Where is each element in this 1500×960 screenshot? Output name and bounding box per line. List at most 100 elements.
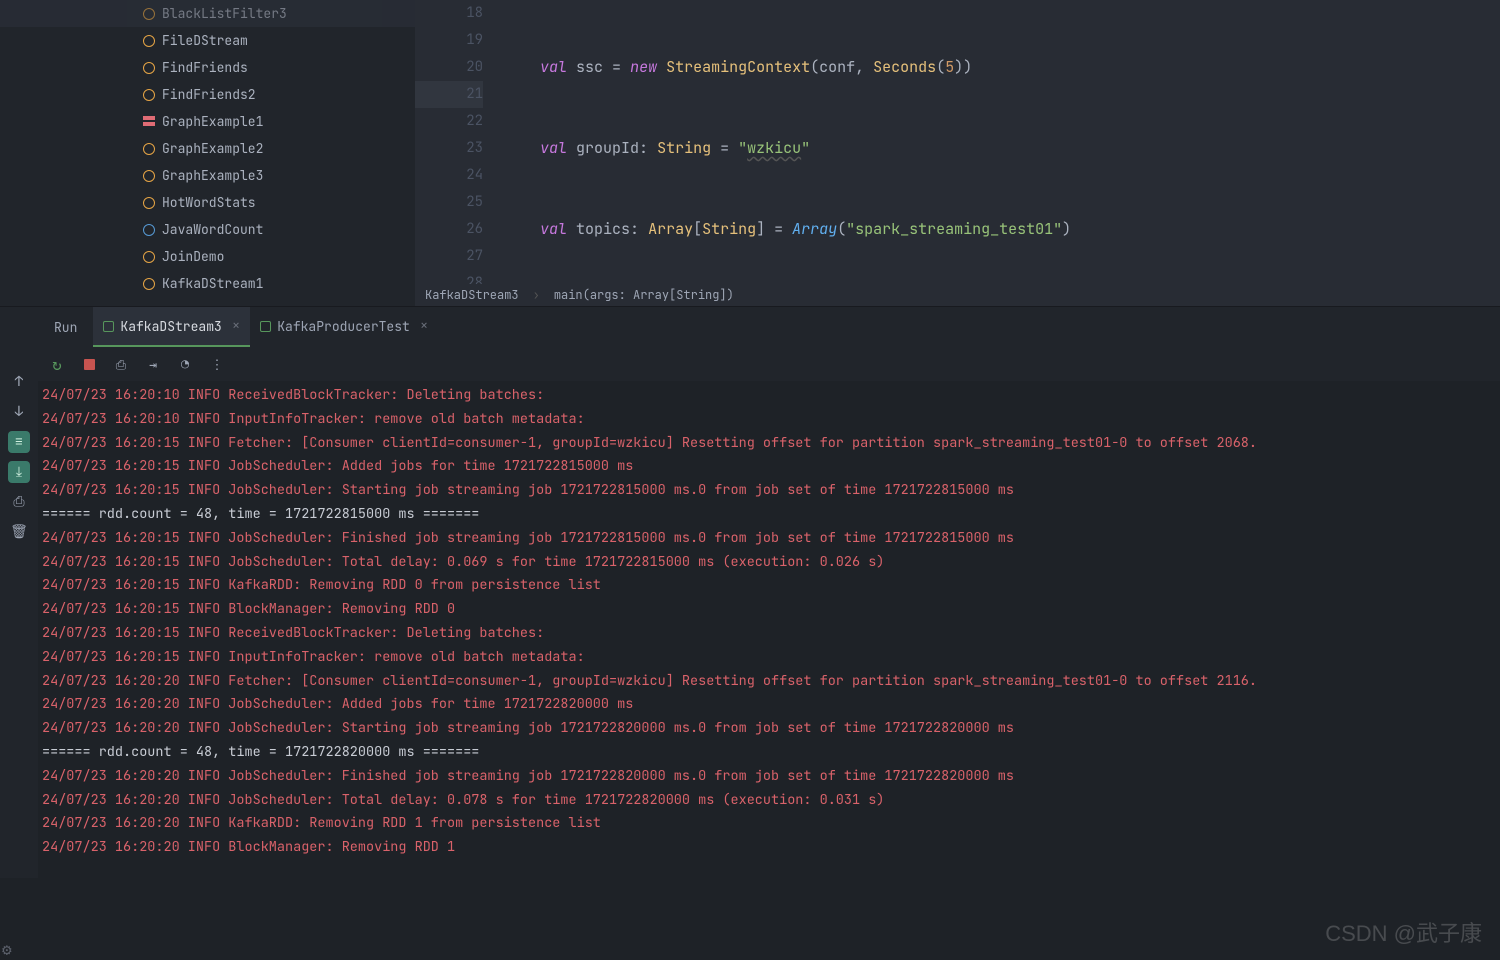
java-class-icon: [142, 223, 156, 237]
run-config-icon: [103, 321, 114, 332]
scala-object-icon: [142, 169, 156, 183]
console-line: 24/07/23 16:20:15 INFO JobScheduler: Fin…: [42, 527, 1496, 551]
gear-icon[interactable]: ⚙: [2, 939, 12, 960]
console-line: 24/07/23 16:20:15 INFO JobScheduler: Sta…: [42, 479, 1496, 503]
soft-wrap-icon[interactable]: ≡: [8, 431, 30, 453]
line-number[interactable]: 24: [415, 162, 483, 189]
tree-label: HotWordStats: [162, 194, 256, 211]
line-number[interactable]: 18: [415, 0, 483, 27]
tree-label: JavaWordCount: [162, 221, 263, 238]
breadcrumb-item[interactable]: KafkaDStream3: [425, 287, 519, 303]
tree-label: KafkaDStream1: [162, 275, 263, 292]
more-icon[interactable]: ⋮: [208, 355, 226, 373]
run-tab[interactable]: KafkaDStream3 ×: [93, 307, 250, 347]
tree-item[interactable]: FindFriends2: [0, 81, 415, 108]
watermark: CSDN @武子康: [1325, 916, 1482, 948]
line-number[interactable]: 21: [415, 81, 483, 108]
breadcrumb[interactable]: KafkaDStream3 › main(args: Array[String]…: [415, 284, 1500, 306]
scala-object-icon: [142, 250, 156, 264]
scroll-to-end-icon[interactable]: ⤓: [8, 461, 30, 483]
line-number[interactable]: 20: [415, 54, 483, 81]
console-line: 24/07/23 16:20:15 INFO KafkaRDD: Removin…: [42, 574, 1496, 598]
print-icon[interactable]: ⎙: [8, 491, 30, 513]
tree-item[interactable]: KafkaDStream1: [0, 270, 415, 297]
code-body[interactable]: val ssc = new StreamingContext(conf, Sec…: [505, 0, 1500, 284]
tree-item[interactable]: HotWordStats: [0, 189, 415, 216]
exit-icon[interactable]: ⇥: [144, 355, 162, 373]
scala-object-icon: [142, 142, 156, 156]
tree-item[interactable]: BlackListFilter3: [0, 0, 415, 27]
line-number[interactable]: 28: [415, 270, 483, 284]
console-line: 24/07/23 16:20:20 INFO JobScheduler: Sta…: [42, 717, 1496, 741]
console-line: 24/07/23 16:20:20 INFO JobScheduler: Tot…: [42, 789, 1496, 813]
breadcrumb-item[interactable]: main(args: Array[String]): [554, 287, 734, 303]
tab-label: KafkaProducerTest: [277, 318, 410, 335]
console-line: ====== rdd.count = 48, time = 1721722820…: [42, 741, 1496, 765]
console-line: 24/07/23 16:20:15 INFO ReceivedBlockTrac…: [42, 622, 1496, 646]
tree-label: GraphExample3: [162, 167, 263, 184]
scala-object-icon: [142, 7, 156, 21]
code-editor[interactable]: 18 19 20 21 22 23 24 25 26 27 28 val ssc…: [415, 0, 1500, 306]
run-config-icon: [260, 321, 271, 332]
down-arrow-icon[interactable]: ↓: [8, 401, 30, 423]
run-tool-window: ↑ ↓ ≡ ⤓ ⎙ 🗑 Run KafkaDStream3 × KafkaPro…: [0, 306, 1500, 878]
console-output[interactable]: 24/07/23 16:20:10 INFO ReceivedBlockTrac…: [38, 381, 1500, 878]
console-line: 24/07/23 16:20:10 INFO InputInfoTracker:…: [42, 408, 1496, 432]
console-line: 24/07/23 16:20:20 INFO JobScheduler: Add…: [42, 693, 1496, 717]
profiler-icon[interactable]: ◔: [176, 355, 194, 373]
console-line: 24/07/23 16:20:15 INFO InputInfoTracker:…: [42, 646, 1496, 670]
console-line: 24/07/23 16:20:20 INFO KafkaRDD: Removin…: [42, 812, 1496, 836]
console-line: 24/07/23 16:20:15 INFO Fetcher: [Consume…: [42, 432, 1496, 456]
project-tree[interactable]: BlackListFilter3 FileDStream FindFriends…: [0, 0, 415, 306]
console-line: 24/07/23 16:20:15 INFO JobScheduler: Add…: [42, 455, 1496, 479]
console-line: ====== rdd.count = 48, time = 1721722815…: [42, 503, 1496, 527]
line-number[interactable]: 19: [415, 27, 483, 54]
run-label[interactable]: Run: [38, 309, 93, 346]
chevron-right-icon: ›: [533, 287, 540, 303]
line-number[interactable]: 26: [415, 216, 483, 243]
scala-package-icon: [142, 115, 156, 129]
tree-item[interactable]: FileDStream: [0, 27, 415, 54]
line-number[interactable]: 25: [415, 189, 483, 216]
console-line: 24/07/23 16:20:15 INFO JobScheduler: Tot…: [42, 551, 1496, 575]
console-line: 24/07/23 16:20:20 INFO BlockManager: Rem…: [42, 836, 1496, 860]
line-gutter[interactable]: 18 19 20 21 22 23 24 25 26 27 28: [415, 0, 505, 284]
scala-object-icon: [142, 88, 156, 102]
line-number[interactable]: 22: [415, 108, 483, 135]
tree-label: FileDStream: [162, 32, 248, 49]
run-toolbar: ↻ ⎙ ⇥ ◔ ⋮: [38, 347, 1500, 381]
camera-icon[interactable]: ⎙: [112, 355, 130, 373]
trash-icon[interactable]: 🗑: [8, 521, 30, 543]
tree-item[interactable]: JoinDemo: [0, 243, 415, 270]
close-icon[interactable]: ×: [232, 317, 240, 335]
tree-item[interactable]: JavaWordCount: [0, 216, 415, 243]
tree-label: FindFriends2: [162, 86, 256, 103]
tree-item[interactable]: GraphExample3: [0, 162, 415, 189]
tree-item[interactable]: FindFriends: [0, 54, 415, 81]
console-line: 24/07/23 16:20:15 INFO BlockManager: Rem…: [42, 598, 1496, 622]
console-line: 24/07/23 16:20:10 INFO ReceivedBlockTrac…: [42, 384, 1496, 408]
console-line: 24/07/23 16:20:20 INFO JobScheduler: Fin…: [42, 765, 1496, 789]
stop-icon[interactable]: [80, 355, 98, 373]
scala-object-icon: [142, 277, 156, 291]
line-number[interactable]: 27: [415, 243, 483, 270]
console-line: 24/07/23 16:20:20 INFO Fetcher: [Consume…: [42, 670, 1496, 694]
scala-object-icon: [142, 196, 156, 210]
rerun-icon[interactable]: ↻: [48, 355, 66, 373]
line-number[interactable]: 23: [415, 135, 483, 162]
run-tab[interactable]: KafkaProducerTest ×: [250, 307, 438, 347]
close-icon[interactable]: ×: [420, 317, 428, 335]
tab-label: KafkaDStream3: [120, 318, 221, 335]
run-tabs: Run KafkaDStream3 × KafkaProducerTest ×: [38, 307, 1500, 347]
up-arrow-icon[interactable]: ↑: [8, 371, 30, 393]
tree-item[interactable]: GraphExample2: [0, 135, 415, 162]
tree-item[interactable]: GraphExample1: [0, 108, 415, 135]
run-left-rail: ↑ ↓ ≡ ⤓ ⎙ 🗑: [0, 307, 38, 878]
tree-label: GraphExample2: [162, 140, 263, 157]
scala-object-icon: [142, 34, 156, 48]
tree-label: JoinDemo: [162, 248, 224, 265]
scala-object-icon: [142, 61, 156, 75]
tree-label: BlackListFilter3: [162, 5, 287, 22]
tree-label: FindFriends: [162, 59, 248, 76]
tree-label: GraphExample1: [162, 113, 263, 130]
